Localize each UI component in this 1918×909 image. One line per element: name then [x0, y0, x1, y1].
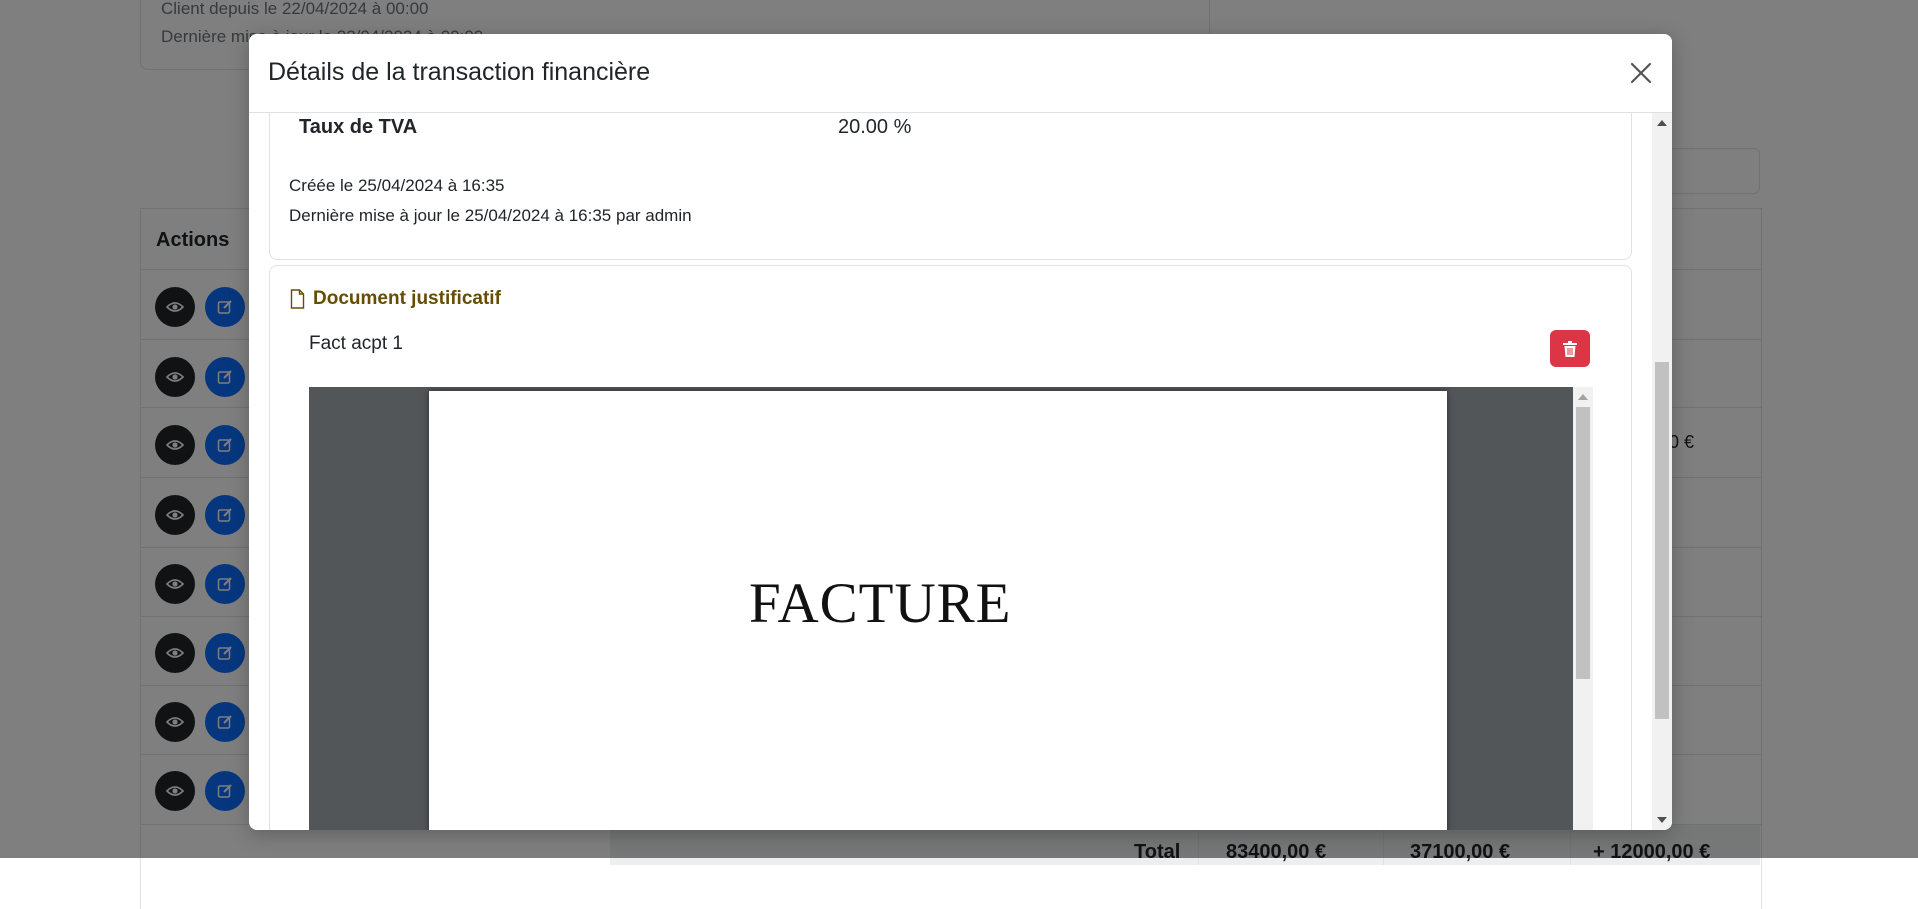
document-section-label: Document justificatif	[313, 288, 501, 309]
transaction-details-modal: Détails de la transaction financière Tau…	[249, 34, 1672, 830]
document-file-name: Fact acpt 1	[309, 333, 403, 354]
delete-document-button[interactable]	[1550, 330, 1590, 367]
close-button[interactable]	[1624, 56, 1658, 90]
modal-header: Détails de la transaction financière	[249, 34, 1672, 113]
pdf-heading: FACTURE	[749, 572, 1012, 635]
transaction-info-card: Taux de TVA 20.00 % Créée le 25/04/2024 …	[269, 113, 1632, 260]
pdf-viewer[interactable]: FACTURE	[309, 387, 1593, 830]
pdf-scrollbar[interactable]	[1573, 387, 1593, 830]
created-at-text: Créée le 25/04/2024 à 16:35	[289, 176, 505, 195]
close-icon	[1630, 62, 1652, 84]
scroll-up-arrow-icon[interactable]	[1578, 394, 1588, 400]
modal-title: Détails de la transaction financière	[268, 58, 651, 86]
scroll-down-arrow-icon[interactable]	[1657, 817, 1667, 823]
vat-rate-value: 20.00 %	[838, 116, 912, 138]
modal-scrollbar[interactable]	[1652, 113, 1672, 830]
document-section-title: Document justificatif	[290, 288, 501, 310]
pdf-page: FACTURE	[429, 391, 1447, 830]
vat-rate-label: Taux de TVA	[299, 116, 418, 138]
scroll-up-arrow-icon[interactable]	[1657, 120, 1667, 126]
supporting-document-card: Document justificatif Fact acpt 1 FACTUR…	[269, 265, 1632, 830]
updated-at-text: Dernière mise à jour le 25/04/2024 à 16:…	[289, 206, 692, 225]
file-icon	[290, 289, 305, 309]
modal-body: Taux de TVA 20.00 % Créée le 25/04/2024 …	[249, 113, 1672, 830]
modal-scroll-thumb[interactable]	[1655, 362, 1669, 719]
trash-icon	[1563, 340, 1577, 357]
pdf-scroll-thumb[interactable]	[1576, 407, 1590, 679]
